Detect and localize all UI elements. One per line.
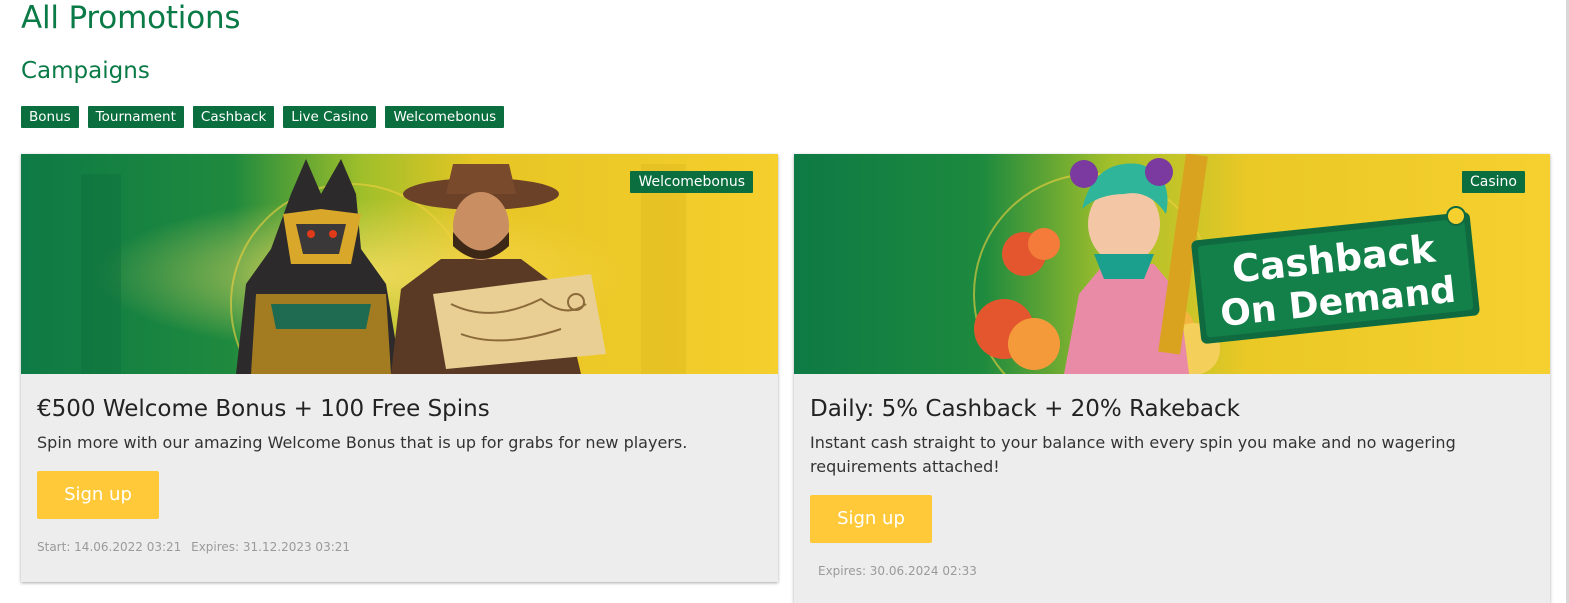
- filter-welcomebonus[interactable]: Welcomebonus: [385, 106, 505, 128]
- promotion-dates: Expires: 30.06.2024 02:33: [810, 564, 1534, 578]
- promotion-description: Spin more with our amazing Welcome Bonus…: [37, 433, 688, 452]
- promotion-title: Daily: 5% Cashback + 20% Rakeback: [810, 396, 1240, 422]
- promotion-card-cashback: Cashback On Demand Casino Daily: 5% Cash…: [794, 154, 1550, 603]
- promotion-badge: Welcomebonus: [630, 171, 753, 193]
- sign-up-button[interactable]: Sign up: [37, 471, 159, 519]
- promotion-dates: Start: 14.06.2022 03:21 Expires: 31.12.2…: [37, 540, 762, 554]
- page-title: All Promotions: [21, 0, 241, 36]
- promotion-expiry-date: Expires: 31.12.2023 03:21: [191, 540, 351, 554]
- promotion-banner-welcome[interactable]: Welcomebonus: [21, 154, 778, 374]
- promotion-banner-cashback[interactable]: Cashback On Demand Casino: [794, 154, 1550, 374]
- promotion-start-date: Start: 14.06.2022 03:21: [37, 540, 182, 554]
- filter-bonus[interactable]: Bonus: [21, 106, 79, 128]
- promotion-expiry-date: Expires: 30.06.2024 02:33: [818, 564, 977, 578]
- filter-cashback[interactable]: Cashback: [192, 106, 275, 128]
- sign-up-button[interactable]: Sign up: [810, 495, 932, 543]
- campaign-filters: Bonus Tournament Cashback Live Casino We…: [21, 106, 505, 128]
- cashback-banner-image: Cashback On Demand: [794, 154, 1550, 374]
- filter-tournament[interactable]: Tournament: [87, 106, 184, 128]
- filter-live-casino[interactable]: Live Casino: [283, 106, 377, 128]
- promotion-card-welcome: Welcomebonus €500 Welcome Bonus + 100 Fr…: [21, 154, 778, 582]
- campaigns-heading: Campaigns: [21, 58, 150, 84]
- promotion-description: Instant cash straight to your balance wi…: [810, 433, 1456, 476]
- promotion-badge: Casino: [1462, 171, 1525, 193]
- promotion-title: €500 Welcome Bonus + 100 Free Spins: [37, 396, 490, 422]
